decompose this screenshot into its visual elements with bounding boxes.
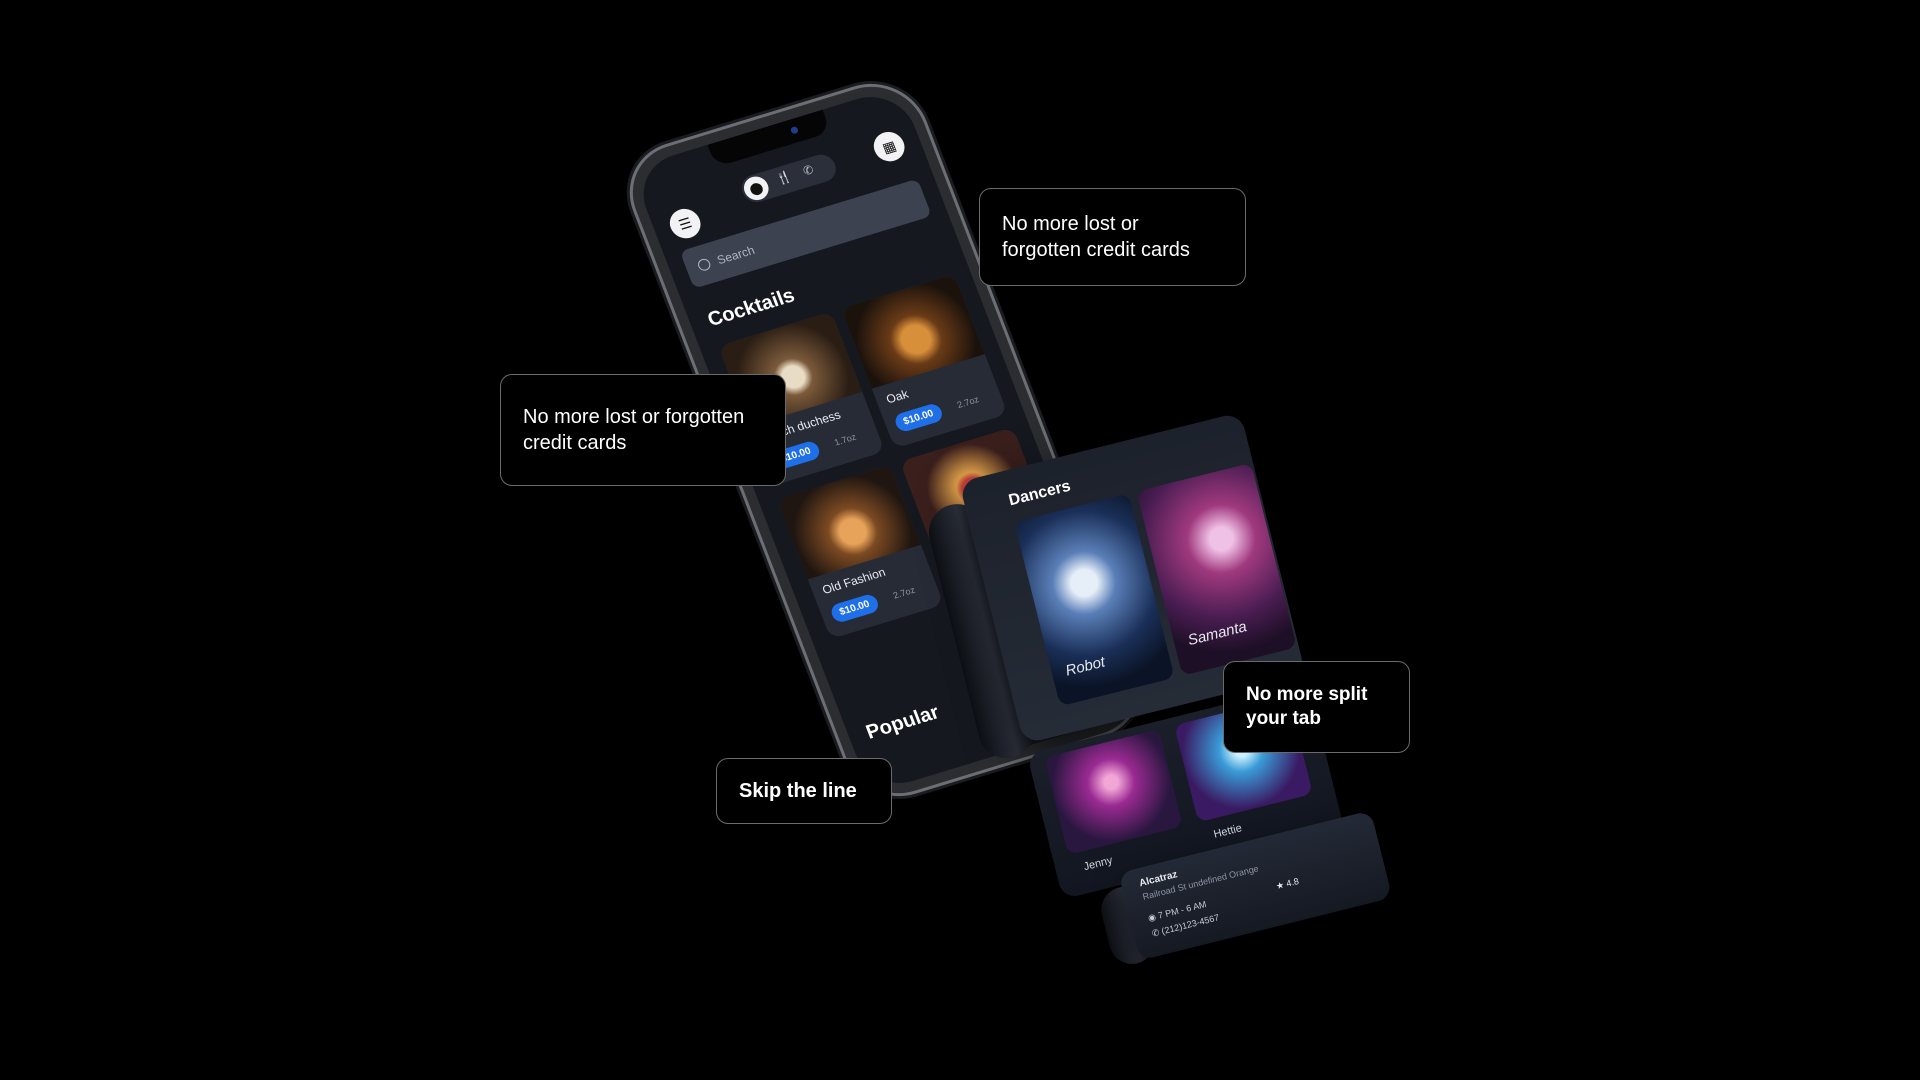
callout-credit-cards-left: No more lost or forgotten credit cards [500, 374, 786, 486]
qr-code-icon: ▦ [879, 136, 899, 156]
cocktail-image [840, 273, 985, 389]
menu-button[interactable]: ☰ [665, 205, 705, 243]
callout-skip-line: Skip the line [716, 758, 892, 824]
dancer-name: Jenny [1082, 854, 1114, 874]
phone-icon[interactable]: ✆ [801, 162, 816, 178]
cocktail-name: Oak [884, 386, 911, 407]
menu-icon: ☰ [676, 213, 694, 233]
dancers-title: Dancers [1006, 477, 1073, 510]
callout-split-tab: No more split your tab [1223, 661, 1410, 753]
rating-text: 4.8 [1285, 875, 1300, 889]
mode-switch[interactable]: ⬤ 🍴 ✆ [737, 151, 840, 206]
search-placeholder: Search [715, 242, 757, 268]
dancer-card[interactable] [1044, 729, 1183, 855]
qr-code-button[interactable]: ▦ [869, 128, 909, 166]
location-icon[interactable]: ⬤ [740, 173, 773, 204]
price-badge[interactable]: $10.00 [828, 592, 881, 625]
dancer-name: Robot [1063, 653, 1107, 680]
cocktail-size: 1.7oz [832, 431, 858, 448]
popular-title: Popular [863, 701, 943, 744]
dancer-name: Hettie [1212, 822, 1244, 841]
dancer-name: Samanta [1186, 618, 1249, 650]
price-badge[interactable]: $10.00 [892, 402, 945, 434]
cocktail-size: 2.7oz [955, 394, 981, 411]
callout-credit-cards-top: No more lost or forgotten credit cards [979, 188, 1246, 286]
cocktail-image [777, 464, 921, 580]
search-icon [696, 257, 713, 273]
restaurant-icon[interactable]: 🍴 [774, 169, 793, 186]
stage: ☰ ⬤ 🍴 ✆ ▦ Search Cocktails Dutch duchess… [0, 0, 1920, 1080]
cocktail-size: 2.7oz [891, 584, 917, 601]
venue-rating: ★ 4.8 [1275, 876, 1300, 892]
camera-icon [789, 125, 800, 135]
